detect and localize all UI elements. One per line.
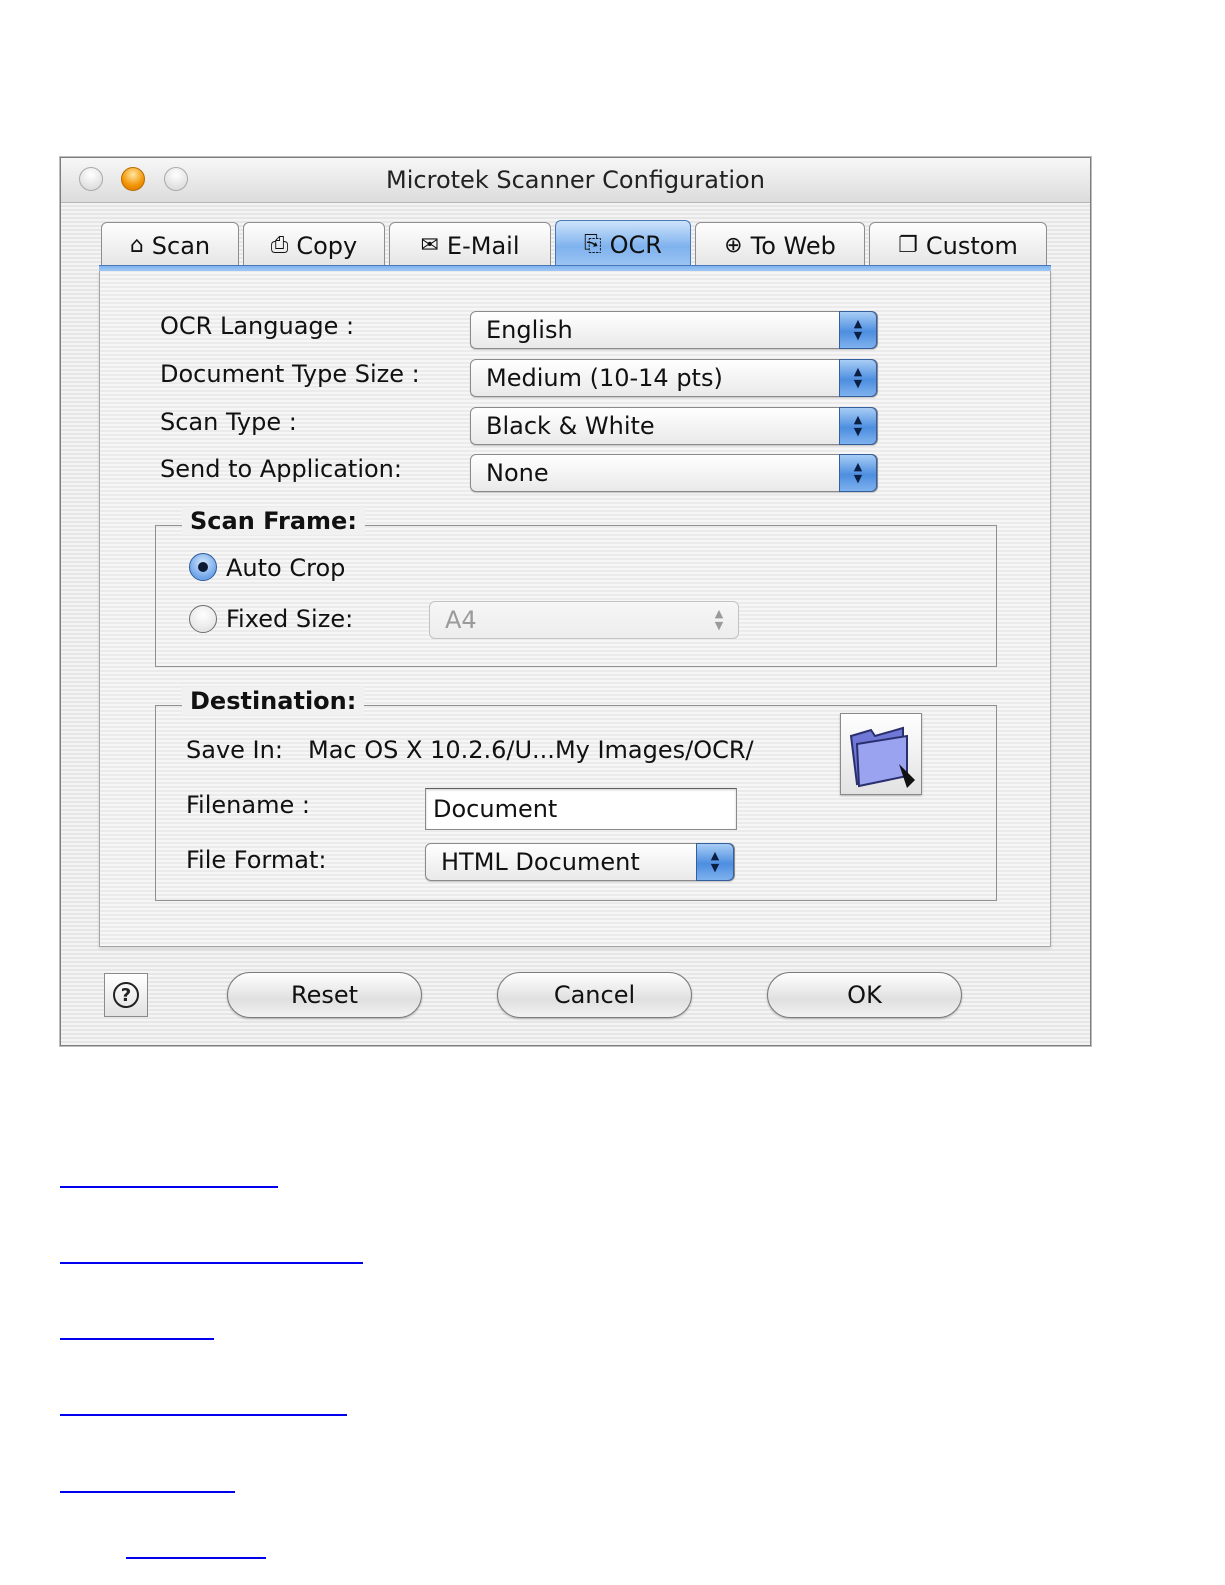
ocr-icon: ⎘: [584, 232, 602, 257]
save-in-path: Mac OS X 10.2.6/U...My Images/OCR/: [308, 736, 754, 764]
destination-title: Destination:: [182, 687, 365, 715]
ok-button[interactable]: OK: [767, 972, 962, 1018]
underline-link[interactable]: [60, 1338, 214, 1340]
underline-link[interactable]: [60, 1491, 235, 1493]
ocr-language-popup[interactable]: English ▲ ▼: [470, 311, 878, 349]
filename-input[interactable]: [426, 789, 736, 829]
filename-field[interactable]: [425, 788, 737, 830]
popup-arrows-icon: ▲ ▼: [839, 311, 877, 349]
doc-type-size-label: Document Type Size :: [160, 360, 420, 388]
custom-icon: ❐: [898, 233, 918, 258]
fixed-size-radio[interactable]: [189, 605, 217, 633]
scan-frame-title: Scan Frame:: [182, 507, 365, 535]
scan-type-label: Scan Type :: [160, 408, 297, 436]
underline-link[interactable]: [126, 1557, 266, 1559]
scanner-config-window: Microtek Scanner Configuration ⌂ Scan ⎙ …: [60, 157, 1091, 1046]
popup-arrows-icon: ▲ ▼: [839, 359, 877, 397]
tab-scan[interactable]: ⌂ Scan: [101, 222, 239, 268]
send-to-app-value: None: [486, 459, 549, 487]
help-icon: ?: [113, 982, 139, 1008]
popup-arrows-icon: ▲ ▼: [714, 607, 724, 632]
ocr-language-value: English: [486, 316, 573, 344]
tab-label: Copy: [296, 231, 358, 260]
printer-icon: ⎙: [270, 233, 289, 258]
scan-frame-group: Scan Frame: Auto Crop Fixed Size: A4 ▲ ▼: [155, 507, 997, 667]
tab-copy[interactable]: ⎙ Copy: [243, 222, 385, 268]
file-format-value: HTML Document: [441, 848, 640, 876]
popup-arrows-icon: ▲ ▼: [839, 454, 877, 492]
tab-label: E-Mail: [446, 231, 520, 260]
underline-link[interactable]: [60, 1186, 278, 1188]
auto-crop-label[interactable]: Auto Crop: [226, 554, 345, 582]
ocr-language-label: OCR Language :: [160, 312, 355, 340]
help-button[interactable]: ?: [104, 973, 148, 1017]
scanner-icon: ⌂: [129, 233, 144, 258]
scan-type-value: Black & White: [486, 412, 655, 440]
cancel-button[interactable]: Cancel: [497, 972, 692, 1018]
tab-email[interactable]: ✉ E-Mail: [389, 222, 551, 268]
tab-label: OCR: [609, 230, 662, 259]
folder-icon: [849, 726, 915, 788]
file-format-label: File Format:: [186, 846, 327, 874]
fixed-size-label[interactable]: Fixed Size:: [226, 605, 353, 633]
tab-label: To Web: [750, 231, 836, 260]
tab-to-web[interactable]: ⊕ To Web: [695, 222, 865, 268]
destination-group: Destination: Save In: Mac OS X 10.2.6/U.…: [155, 687, 997, 901]
doc-type-size-value: Medium (10-14 pts): [486, 364, 723, 392]
tab-label: Custom: [925, 231, 1018, 260]
globe-icon: ⊕: [724, 233, 743, 258]
filename-label: Filename :: [186, 791, 310, 819]
scan-type-popup[interactable]: Black & White ▲ ▼: [470, 407, 878, 445]
title-bar[interactable]: Microtek Scanner Configuration: [61, 158, 1090, 203]
popup-arrows-icon: ▲ ▼: [696, 843, 734, 881]
ocr-settings-panel: OCR Language : English ▲ ▼ Document Type …: [99, 271, 1051, 947]
underline-link[interactable]: [60, 1414, 347, 1416]
fixed-size-value: A4: [445, 606, 477, 634]
popup-arrows-icon: ▲ ▼: [839, 407, 877, 445]
send-to-app-popup[interactable]: None ▲ ▼: [470, 454, 878, 492]
file-format-popup[interactable]: HTML Document ▲ ▼: [425, 843, 735, 881]
tab-custom[interactable]: ❐ Custom: [869, 222, 1047, 268]
save-in-label: Save In:: [186, 736, 283, 764]
reset-button[interactable]: Reset: [227, 972, 422, 1018]
tab-ocr[interactable]: ⎘ OCR: [555, 220, 691, 268]
choose-folder-button[interactable]: [840, 713, 922, 795]
window-title: Microtek Scanner Configuration: [386, 166, 765, 194]
fixed-size-popup: A4 ▲ ▼: [429, 601, 739, 639]
email-icon: ✉: [420, 233, 439, 258]
doc-type-size-popup[interactable]: Medium (10-14 pts) ▲ ▼: [470, 359, 878, 397]
auto-crop-radio[interactable]: [189, 553, 217, 581]
send-to-app-label: Send to Application:: [160, 455, 402, 483]
tab-label: Scan: [151, 231, 211, 260]
underline-link[interactable]: [60, 1262, 363, 1264]
